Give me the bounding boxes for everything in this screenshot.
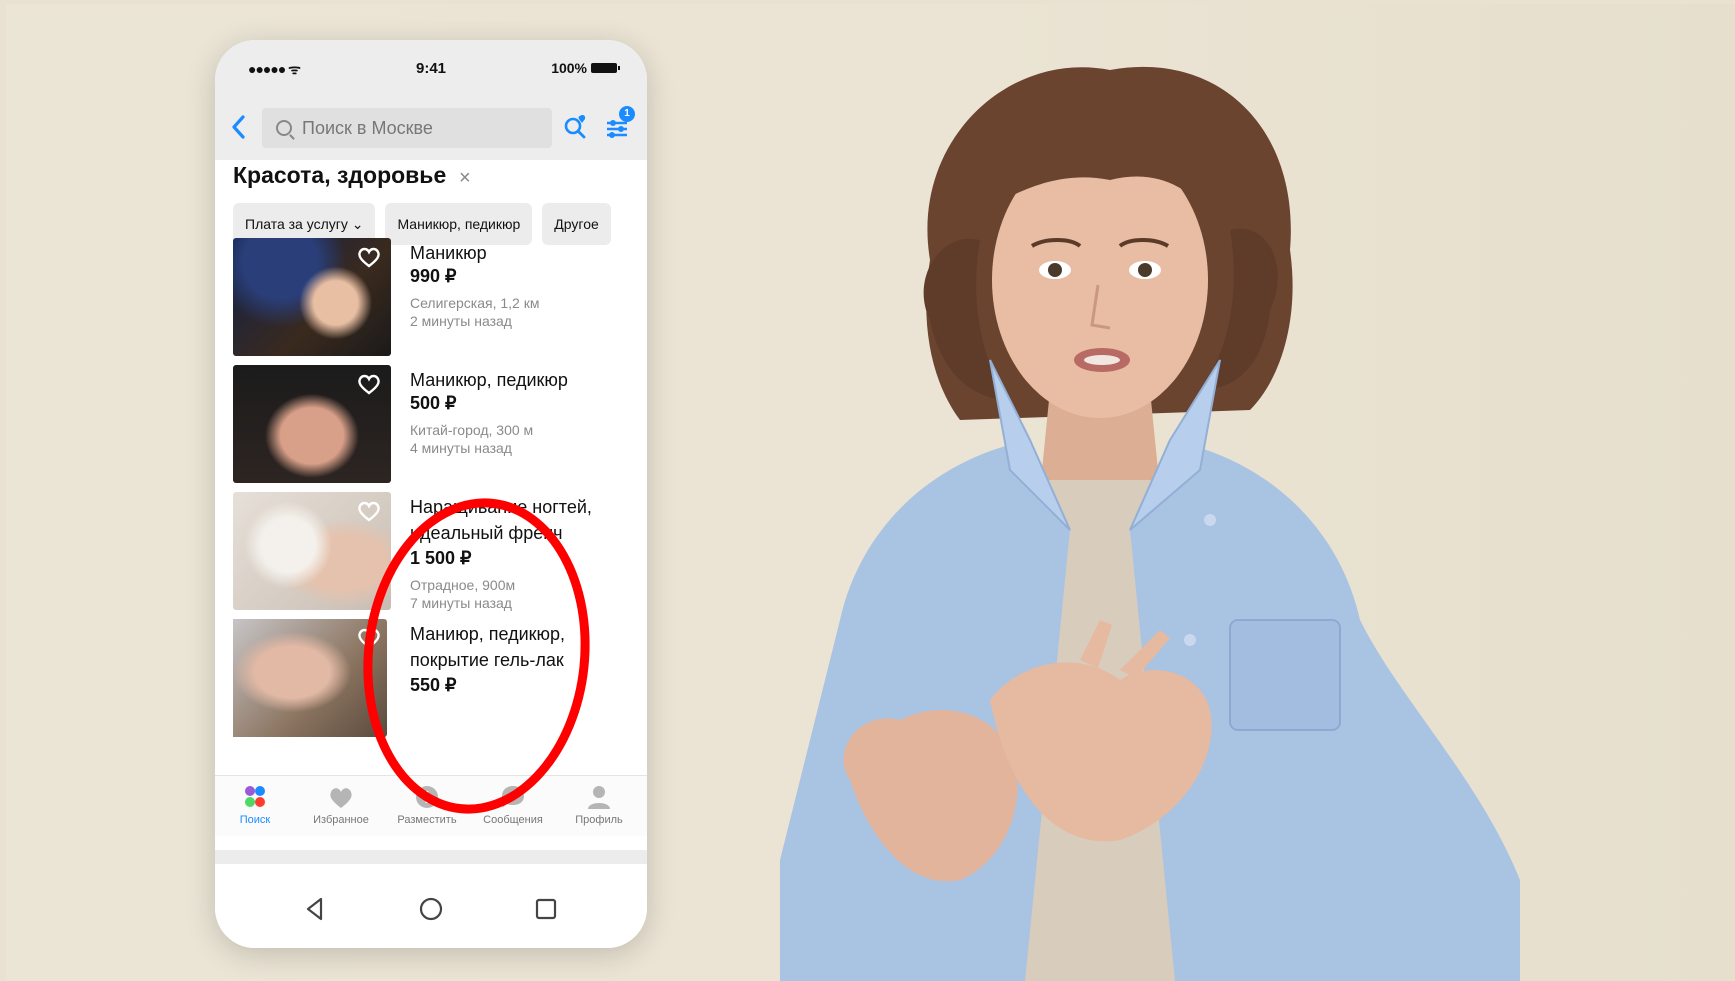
listing-address: Селигерская, 1,2 км: [410, 295, 540, 311]
android-nav-bar: [215, 850, 647, 948]
favorite-heart-icon[interactable]: [357, 246, 381, 268]
list-item[interactable]: Маникюр, педикюр 500 ₽ Китай-город, 300 …: [233, 365, 647, 483]
search-input[interactable]: Поиск в Москве: [262, 108, 552, 148]
battery-percent: 100%: [551, 60, 587, 76]
category-close-button[interactable]: ×: [459, 167, 471, 190]
search-heart-icon[interactable]: [563, 114, 589, 140]
search-header: Поиск в Москве 1: [215, 96, 647, 160]
listing-title: Маникюр, педикюр: [410, 370, 568, 390]
search-placeholder: Поиск в Москве: [302, 117, 433, 138]
battery-indicator: 100%: [551, 60, 620, 76]
tab-label: Поиск: [239, 814, 271, 826]
favorite-heart-icon[interactable]: [357, 500, 381, 522]
presenter-person-image: [780, 66, 1520, 981]
listing-price: 990 ₽: [410, 266, 457, 286]
list-item[interactable]: Маникюр 990 ₽ Селигерская, 1,2 км 2 мину…: [233, 238, 647, 356]
tab-label: Профиль: [575, 814, 623, 826]
search-dots-icon: [241, 784, 269, 810]
tab-label: Разместить: [397, 814, 457, 826]
battery-icon: [591, 63, 620, 73]
listing-title: Маникюр: [410, 243, 487, 263]
listing-price: 500 ₽: [410, 393, 457, 413]
tab-favorites[interactable]: Избранное: [301, 776, 381, 836]
listing-time: 4 минуты назад: [410, 440, 512, 456]
tab-profile[interactable]: Профиль: [559, 776, 639, 836]
category-title: Красота, здоровье: [233, 162, 447, 188]
recents-square-icon[interactable]: [531, 894, 561, 924]
back-button[interactable]: [229, 114, 249, 140]
listing-address: Китай-город, 300 м: [410, 422, 534, 438]
search-icon: [276, 120, 292, 136]
back-triangle-icon[interactable]: [301, 894, 331, 924]
tab-label: Избранное: [313, 814, 369, 826]
heart-icon: [327, 784, 355, 810]
favorite-heart-icon[interactable]: [357, 373, 381, 395]
filters-count-badge: 1: [619, 106, 635, 122]
listing-time: 2 минуты назад: [410, 313, 512, 329]
user-icon: [585, 784, 613, 810]
tab-label: Сообщения: [483, 814, 543, 826]
phone-mockup: ●●●●● ᯤ 9:41 100% Поиск в Москве 1 Красо…: [215, 40, 647, 948]
tab-search[interactable]: Поиск: [215, 776, 295, 836]
chevron-left-icon: [232, 115, 245, 139]
status-bar: ●●●●● ᯤ 9:41 100%: [215, 40, 647, 96]
home-circle-icon[interactable]: [416, 894, 446, 924]
